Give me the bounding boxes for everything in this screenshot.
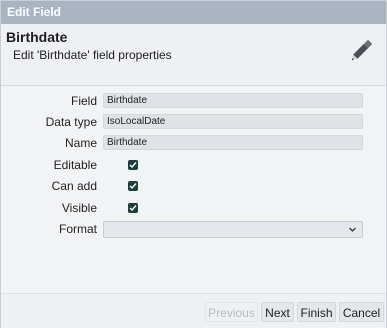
- header-title: Birthdate: [6, 29, 68, 45]
- header-subtitle: Edit 'Birthdate' field properties: [13, 48, 172, 62]
- field-label: Field: [70, 94, 97, 108]
- format-label: Format: [58, 222, 97, 236]
- canadd-row: Can add: [1, 177, 386, 195]
- visible-label: Visible: [61, 201, 97, 215]
- chevron-down-icon: [349, 227, 356, 232]
- datatype-row: Data type IsoLocalDate: [1, 113, 386, 131]
- dialog-title: Edit Field: [1, 1, 386, 24]
- canadd-label: Can add: [51, 179, 97, 193]
- datatype-label: Data type: [45, 115, 97, 129]
- format-select[interactable]: [103, 221, 363, 238]
- next-button[interactable]: Next: [261, 302, 294, 322]
- visible-row: Visible: [1, 199, 386, 217]
- finish-button[interactable]: Finish: [297, 302, 336, 322]
- checkmark-icon: [129, 183, 137, 190]
- dialog-header: Birthdate Edit 'Birthdate' field propert…: [1, 24, 386, 86]
- editable-row: Editable: [1, 156, 386, 174]
- name-row: Name Birthdate: [1, 134, 386, 152]
- edit-field-dialog: Edit Field Birthdate Edit 'Birthdate' fi…: [0, 0, 387, 328]
- editable-checkbox[interactable]: [128, 160, 138, 170]
- form-body: Field Birthdate Data type IsoLocalDate N…: [1, 86, 386, 293]
- name-label: Name: [64, 136, 97, 150]
- name-input[interactable]: Birthdate: [103, 135, 363, 150]
- dialog-footer: Previous Next Finish Cancel: [1, 293, 386, 328]
- checkmark-icon: [129, 205, 137, 212]
- field-input[interactable]: Birthdate: [103, 93, 363, 108]
- cancel-button[interactable]: Cancel: [339, 302, 384, 322]
- visible-checkbox[interactable]: [128, 203, 138, 213]
- edit-icon: [351, 40, 372, 61]
- editable-label: Editable: [53, 158, 97, 172]
- canadd-checkbox[interactable]: [128, 181, 138, 191]
- checkmark-icon: [129, 162, 137, 169]
- previous-button[interactable]: Previous: [205, 302, 258, 322]
- format-row: Format: [1, 220, 386, 238]
- field-row: Field Birthdate: [1, 92, 386, 110]
- datatype-input[interactable]: IsoLocalDate: [103, 114, 363, 129]
